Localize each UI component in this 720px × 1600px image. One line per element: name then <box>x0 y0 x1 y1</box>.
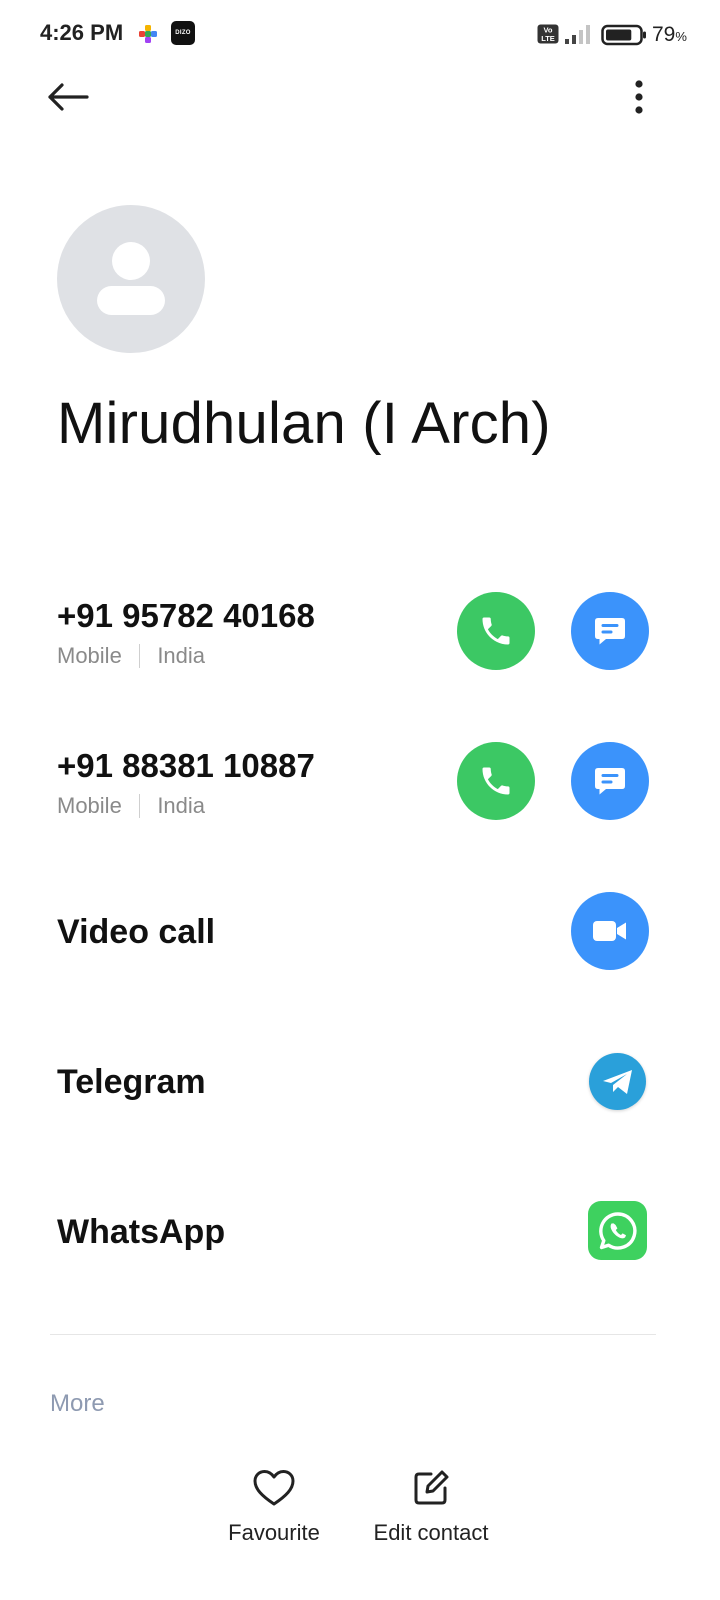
battery-percentage: 79% <box>652 23 687 46</box>
whatsapp-button[interactable] <box>588 1201 647 1260</box>
phone-number-1[interactable]: +91 95782 40168 <box>57 597 315 635</box>
volte-icon: Vo LTE <box>537 24 559 44</box>
dizo-app-icon: DIZO <box>171 21 195 45</box>
vertical-dots-icon <box>635 80 643 114</box>
number-region: India <box>157 643 206 668</box>
phone-number-1-meta: Mobile India <box>57 643 205 669</box>
chat-bubble-icon <box>595 768 625 795</box>
svg-text:LTE: LTE <box>541 34 555 43</box>
call-button-2[interactable] <box>457 742 535 820</box>
more-link[interactable]: More <box>50 1390 105 1418</box>
divider <box>138 794 141 818</box>
section-divider <box>50 1334 656 1335</box>
more-options-button[interactable] <box>616 74 662 120</box>
phone-icon <box>482 617 510 645</box>
chat-bubble-icon <box>595 618 625 645</box>
telegram-label[interactable]: Telegram <box>57 1063 206 1102</box>
person-placeholder-icon <box>97 242 165 315</box>
message-button-1[interactable] <box>571 592 649 670</box>
number-type: Mobile <box>57 643 122 668</box>
back-button[interactable] <box>40 74 94 120</box>
phone-icon <box>482 767 510 795</box>
telegram-icon <box>602 1069 632 1094</box>
phone-number-2-meta: Mobile India <box>57 793 205 819</box>
edit-square-icon <box>414 1470 449 1505</box>
heart-outline-icon <box>253 1470 295 1506</box>
whatsapp-label[interactable]: WhatsApp <box>57 1213 225 1252</box>
message-button-2[interactable] <box>571 742 649 820</box>
battery-icon <box>601 24 646 46</box>
video-call-button[interactable] <box>571 892 649 970</box>
call-button-1[interactable] <box>457 592 535 670</box>
number-type: Mobile <box>57 793 122 818</box>
video-call-label[interactable]: Video call <box>57 913 215 952</box>
edit-contact-label: Edit contact <box>373 1520 489 1545</box>
number-region: India <box>157 793 206 818</box>
avatar <box>57 205 205 353</box>
signal-strength-icon <box>565 25 590 44</box>
favourite-label: Favourite <box>228 1520 320 1545</box>
telegram-button[interactable] <box>589 1053 646 1110</box>
contact-name: Mirudhulan (I Arch) <box>57 391 551 456</box>
edit-contact-button[interactable]: Edit contact <box>361 1468 501 1546</box>
whatsapp-icon <box>598 1211 637 1250</box>
app-notification-icon <box>139 25 157 43</box>
status-time: 4:26 PM <box>40 20 124 45</box>
favourite-button[interactable]: Favourite <box>214 1468 334 1546</box>
arrow-left-icon <box>48 83 89 111</box>
video-camera-icon <box>593 921 626 941</box>
divider <box>138 644 141 668</box>
phone-number-2[interactable]: +91 88381 10887 <box>57 747 315 785</box>
